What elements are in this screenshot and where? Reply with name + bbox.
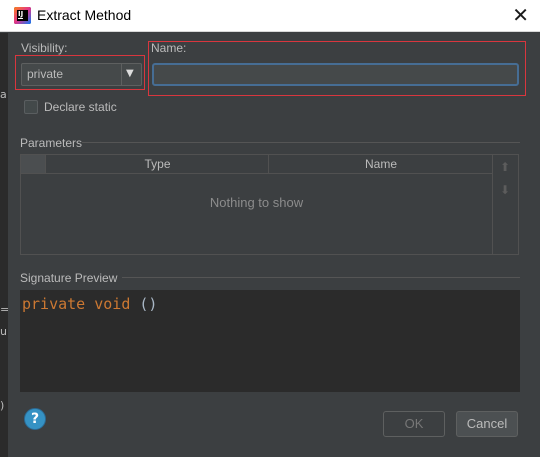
signature-preview: private void () [20, 290, 520, 392]
declare-static-label: Declare static [44, 100, 117, 114]
highlight-box-name [148, 41, 526, 96]
code-parens: () [139, 295, 158, 313]
editor-glyph: = [0, 303, 8, 316]
code-keyword-private: private [22, 295, 86, 313]
column-header-type[interactable]: Type [47, 155, 269, 173]
parameter-move-buttons: ⬆ ⬇ [493, 154, 519, 255]
ok-button[interactable]: OK [383, 411, 445, 437]
parameters-separator [82, 142, 520, 143]
visibility-label: Visibility: [21, 41, 68, 55]
signature-code: private void () [22, 295, 157, 313]
intellij-idea-icon: IJ [14, 7, 31, 24]
column-header-name[interactable]: Name [270, 155, 492, 173]
column-header-checkbox [21, 155, 46, 173]
code-keyword-void: void [94, 295, 131, 313]
table-header: Type Name [21, 155, 492, 174]
editor-glyph: ) [0, 399, 5, 412]
declare-static-checkbox[interactable] [24, 100, 38, 114]
signature-preview-label: Signature Preview [20, 271, 118, 285]
background-editor-strip: a = u ) [0, 33, 8, 457]
cancel-button[interactable]: Cancel [456, 411, 518, 437]
signature-preview-separator [122, 277, 520, 278]
title-bar: IJ Extract Method ✕ [0, 0, 540, 32]
help-icon[interactable]: ? [24, 408, 46, 430]
close-icon[interactable]: ✕ [512, 3, 529, 27]
highlight-box-visibility [15, 55, 145, 90]
parameters-table[interactable]: Type Name Nothing to show [20, 154, 493, 255]
editor-glyph: a [0, 88, 7, 101]
editor-glyph: u [0, 325, 7, 338]
parameters-label: Parameters [20, 136, 83, 150]
arrow-up-icon[interactable]: ⬆ [500, 160, 510, 174]
arrow-down-icon[interactable]: ⬇ [500, 183, 510, 197]
window-title: Extract Method [37, 7, 132, 23]
empty-state-text: Nothing to show [209, 195, 304, 210]
